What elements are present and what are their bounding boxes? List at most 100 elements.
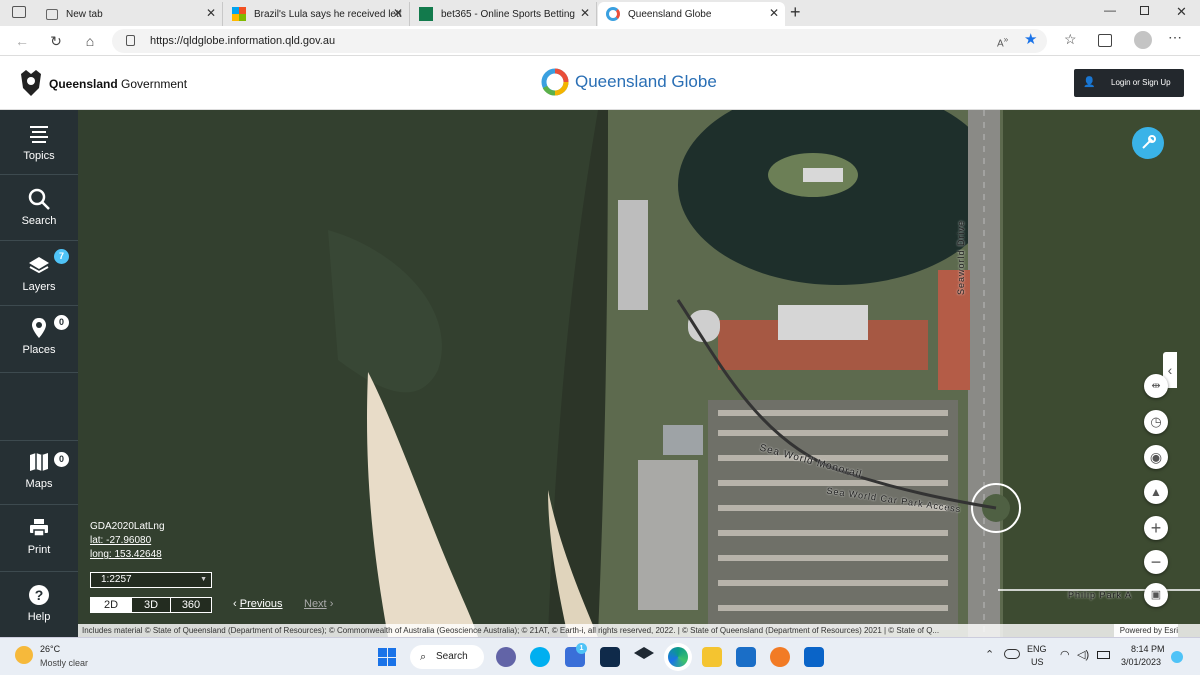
login-label: Login or Sign Up: [1111, 78, 1171, 87]
tab-title: Brazil's Lula says he received lett: [254, 8, 402, 20]
microsoft-icon: [232, 7, 246, 21]
previous-label: Previous: [239, 598, 283, 610]
sidebar-item-help[interactable]: ? Help: [0, 583, 78, 623]
weather-moon-icon[interactable]: [15, 646, 33, 664]
divider: [0, 305, 78, 306]
search-icon: ⌕: [420, 651, 427, 663]
maps-count-badge: 0: [54, 452, 69, 467]
divider: [0, 504, 78, 505]
notification-badge-icon[interactable]: [1171, 651, 1183, 663]
file-explorer-icon[interactable]: [702, 647, 722, 667]
favorite-star-icon[interactable]: ★: [1024, 30, 1037, 48]
start-pane-icon: [378, 657, 387, 666]
onedrive-cloud-icon[interactable]: [1004, 649, 1020, 659]
chevron-down-icon: ▼: [200, 576, 207, 583]
topics-icon: [30, 126, 48, 143]
collections-icon[interactable]: [1098, 34, 1112, 47]
tab-actions-icon[interactable]: [12, 6, 26, 18]
user-icon: 👤: [1083, 77, 1096, 88]
wifi-icon[interactable]: ◠: [1060, 648, 1070, 661]
close-icon[interactable]: ✕: [393, 6, 403, 20]
view-2d-button[interactable]: 2D: [91, 598, 131, 612]
clock-time[interactable]: 8:14 PM: [1131, 644, 1165, 654]
windows-start-button[interactable]: [378, 648, 396, 666]
tab-new-tab[interactable]: New tab ✕: [38, 2, 223, 26]
print-icon: [30, 519, 48, 537]
battery-icon[interactable]: [1097, 651, 1110, 659]
language-bottom[interactable]: US: [1031, 657, 1044, 667]
basemap-toggle-button[interactable]: ▣: [1144, 583, 1168, 607]
layers-icon: [29, 257, 49, 274]
chevron-left-icon: ‹: [233, 598, 240, 610]
favorites-icon[interactable]: ☆: [1064, 31, 1077, 48]
scale-dropdown[interactable]: 1:2257 ▼: [90, 572, 212, 588]
tab-title: New tab: [66, 8, 103, 20]
map-canvas[interactable]: Sea World Monorail Sea World Car Park Ac…: [78, 110, 1200, 637]
sidebar-item-label: Maps: [25, 478, 53, 490]
read-aloud-icon[interactable]: A»: [997, 34, 1008, 49]
tab-lula[interactable]: Brazil's Lula says he received lett ✕: [224, 2, 410, 26]
url-field[interactable]: https://qldglobe.information.qld.gov.au: [112, 29, 1047, 53]
sidebar-item-print[interactable]: Print: [0, 516, 78, 556]
new-tab-icon: [46, 8, 58, 20]
close-icon[interactable]: ✕: [769, 6, 779, 20]
maximize-button[interactable]: [1140, 6, 1149, 15]
sidebar-item-topics[interactable]: Topics: [0, 122, 78, 162]
browser-tab-bar: New tab ✕ Brazil's Lula says he received…: [0, 0, 1200, 26]
svg-text:?: ?: [35, 587, 44, 603]
previous-button[interactable]: ‹ Previous: [233, 598, 283, 610]
pencil-edit-button[interactable]: [1132, 127, 1164, 159]
zoom-out-button[interactable]: −: [1144, 550, 1168, 574]
sidebar-item-label: Places: [22, 344, 56, 356]
start-pane-icon: [387, 648, 396, 657]
view-3d-button[interactable]: 3D: [131, 598, 171, 612]
site-header: Queensland Government Queensland Globe 👤…: [0, 56, 1200, 110]
sidebar-item-label: Print: [27, 544, 51, 556]
outlook-icon[interactable]: [804, 647, 824, 667]
new-tab-button[interactable]: +: [790, 2, 801, 23]
home-button[interactable]: ⌂: [80, 31, 100, 51]
volume-icon[interactable]: ◁): [1077, 648, 1089, 661]
weather-desc: Mostly clear: [40, 658, 89, 668]
next-button[interactable]: Next ›: [304, 598, 333, 610]
sidebar-item-search[interactable]: Search: [0, 187, 78, 227]
clock-date[interactable]: 3/01/2023: [1121, 657, 1161, 667]
edge-browser-icon[interactable]: [668, 647, 688, 667]
taskbar-search-label: Search: [436, 651, 468, 662]
zoom-in-button[interactable]: +: [1144, 516, 1168, 540]
firefox-icon[interactable]: [770, 647, 790, 667]
qld-coat-of-arms-logo[interactable]: [17, 68, 45, 98]
dropbox-icon[interactable]: [634, 647, 654, 659]
refresh-button[interactable]: ↻: [46, 31, 66, 51]
compass-north-button[interactable]: ▲: [1144, 480, 1168, 504]
media-app-icon[interactable]: [600, 647, 620, 667]
back-button[interactable]: ←: [12, 31, 32, 51]
tab-queensland-globe[interactable]: Queensland Globe ✕: [598, 2, 785, 26]
seaworld-drive-label: Seaworld Drive: [956, 219, 966, 295]
minimize-button[interactable]: —: [1104, 3, 1116, 17]
qld-government-label: Queensland Government: [49, 77, 187, 91]
swipe-compare-button[interactable]: ⇹: [1144, 374, 1168, 398]
tab-title: bet365 - Online Sports Betting: [441, 8, 575, 20]
close-window-button[interactable]: ✕: [1176, 4, 1187, 20]
close-icon[interactable]: ✕: [206, 6, 216, 20]
teams-chat-icon[interactable]: [496, 647, 516, 667]
language-top[interactable]: ENG: [1027, 644, 1047, 654]
skype-icon[interactable]: [530, 647, 550, 667]
view-mode-group: 2D 3D 360: [90, 597, 212, 613]
powered-by-esri[interactable]: Powered by Esri: [1113, 624, 1178, 637]
sidebar-item-label: Layers: [22, 281, 56, 293]
sidebar: Topics Search Layers 7 Places 0 Maps 0 P…: [0, 110, 78, 637]
profile-avatar[interactable]: [1134, 31, 1152, 49]
login-button[interactable]: 👤 Login or Sign Up: [1074, 69, 1184, 97]
more-menu-icon[interactable]: ⋯: [1168, 29, 1182, 46]
tab-bet365[interactable]: bet365 - Online Sports Betting ✕: [411, 2, 597, 26]
mail-icon[interactable]: [736, 647, 756, 667]
view-360-button[interactable]: 360: [171, 598, 211, 612]
locate-me-button[interactable]: ◉: [1144, 445, 1168, 469]
gov-label: Government: [121, 77, 188, 91]
chevron-up-icon[interactable]: ⌃: [985, 648, 994, 661]
history-clock-button[interactable]: ◷: [1144, 410, 1168, 434]
close-icon[interactable]: ✕: [580, 6, 590, 20]
taskbar-search[interactable]: ⌕ Search: [410, 645, 484, 669]
